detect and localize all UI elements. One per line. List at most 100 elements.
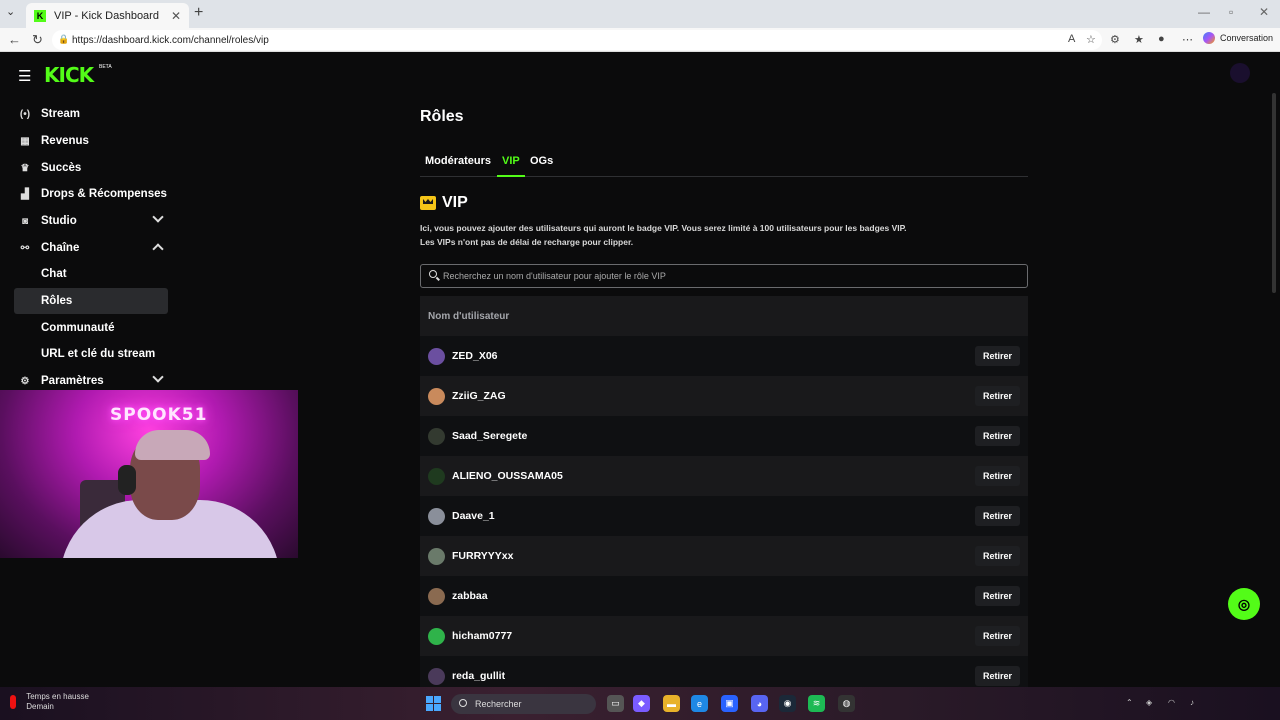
sidebar-subitem-communaute[interactable]: Communauté xyxy=(14,315,168,341)
sidebar-item-label: Revenus xyxy=(41,135,89,147)
user-avatar[interactable] xyxy=(1230,63,1250,83)
browser-tabbar: ⌄ K VIP - Kick Dashboard ✕ + — ▫ ✕ xyxy=(0,0,1280,28)
section-heading: VIP xyxy=(420,194,468,212)
task-view-icon[interactable]: ▭ xyxy=(607,695,624,712)
sidebar-subitem-stream-url[interactable]: URL et clé du stream xyxy=(14,341,168,367)
tab-actions-icon[interactable]: ⌄ xyxy=(6,5,15,18)
username: Saad_Seregete xyxy=(452,430,528,442)
remove-vip-button[interactable]: Retirer xyxy=(974,666,1020,686)
sidebar-subitem-chat[interactable]: Chat xyxy=(14,261,168,287)
tray-chevron-icon[interactable]: ⌃ xyxy=(1126,698,1133,707)
user-avatar xyxy=(428,587,445,605)
table-row: zabbaa Retirer xyxy=(420,576,1028,616)
profile-icon[interactable]: ● xyxy=(1158,33,1165,45)
sidebar-subitem-roles[interactable]: Rôles xyxy=(14,288,168,314)
volume-icon[interactable]: ♪ xyxy=(1190,698,1194,707)
minimize-icon[interactable]: — xyxy=(1198,5,1210,19)
page-title: Rôles xyxy=(420,108,464,125)
extensions-icon[interactable]: ⚙ xyxy=(1110,33,1120,46)
collections-icon[interactable]: ★ xyxy=(1134,33,1144,46)
weather-widget[interactable]: Temps en hausse Demain xyxy=(10,692,89,712)
remove-vip-button[interactable]: Retirer xyxy=(974,626,1020,646)
copilot-label: Conversation xyxy=(1220,33,1274,43)
close-window-icon[interactable]: ✕ xyxy=(1259,5,1269,19)
table-row: reda_gullit Retirer xyxy=(420,656,1028,687)
sidebar-item-label: Communauté xyxy=(41,322,115,334)
thermometer-icon xyxy=(10,695,16,709)
sidebar-item-label: Paramètres xyxy=(41,375,104,387)
search-icon xyxy=(429,270,437,278)
table-row: Daave_1 Retirer xyxy=(420,496,1028,536)
username: zabbaa xyxy=(452,590,488,602)
read-aloud-icon[interactable]: A xyxy=(1068,33,1075,45)
channel-icon: ⚯ xyxy=(20,242,30,254)
refresh-icon[interactable]: ↻ xyxy=(32,32,43,48)
table-row: ALIENO_OUSSAMA05 Retirer xyxy=(420,456,1028,496)
back-icon[interactable]: ← xyxy=(8,32,21,47)
user-search-input[interactable]: Recherchez un nom d'utilisateur pour ajo… xyxy=(420,264,1028,288)
discord-icon[interactable]: ◕ xyxy=(751,695,768,712)
person-cap xyxy=(135,430,210,460)
remove-vip-button[interactable]: Retirer xyxy=(974,466,1020,486)
steam-icon[interactable]: ◉ xyxy=(779,695,796,712)
copilot-app-icon[interactable]: ◆ xyxy=(633,695,650,712)
sidebar-item-succes[interactable]: ♛ Succès xyxy=(14,155,168,181)
more-options-icon[interactable]: ⋯ xyxy=(1182,33,1193,46)
sidebar-item-label: Chat xyxy=(41,268,67,280)
start-icon[interactable] xyxy=(426,696,441,711)
favorite-star-icon[interactable]: ☆ xyxy=(1086,33,1096,46)
neon-sign: SPOOK51 xyxy=(110,405,208,425)
store-icon[interactable]: ▣ xyxy=(721,695,738,712)
username: Daave_1 xyxy=(452,510,495,522)
username: ZED_X06 xyxy=(452,350,498,362)
sidebar-item-label: Drops & Récompenses xyxy=(41,188,167,200)
remove-vip-button[interactable]: Retirer xyxy=(974,506,1020,526)
scrollbar[interactable] xyxy=(1272,93,1276,293)
new-tab-icon[interactable]: + xyxy=(194,4,203,22)
tab-ogs[interactable]: OGs xyxy=(530,155,553,167)
sidebar-item-drops[interactable]: ▟ Drops & Récompenses xyxy=(14,181,168,207)
active-tab-indicator xyxy=(497,175,525,177)
settings-gear-icon: ⚙ xyxy=(20,375,30,387)
browser-tab[interactable]: K VIP - Kick Dashboard ✕ xyxy=(26,3,189,28)
sidebar-item-revenus[interactable]: ▦ Revenus xyxy=(14,128,168,154)
section-title: VIP xyxy=(442,194,468,211)
sidebar-item-chaine[interactable]: ⚯ Chaîne xyxy=(14,235,168,261)
copilot-button[interactable]: Conversation xyxy=(1203,32,1273,44)
sidebar-item-label: Chaîne xyxy=(41,242,80,254)
table-row: ZziiG_ZAG Retirer xyxy=(420,376,1028,416)
file-explorer-icon[interactable]: ▬ xyxy=(663,695,680,712)
chevron-down-icon xyxy=(152,371,164,383)
tab-vip[interactable]: VIP xyxy=(502,155,520,167)
close-tab-icon[interactable]: ✕ xyxy=(171,9,181,23)
kick-logo[interactable]: KICK xyxy=(44,63,94,87)
remove-vip-button[interactable]: Retirer xyxy=(974,586,1020,606)
remove-vip-button[interactable]: Retirer xyxy=(974,386,1020,406)
support-chat-button[interactable]: ◎ xyxy=(1228,588,1260,620)
edge-icon[interactable]: e xyxy=(691,695,708,712)
taskbar-search[interactable]: Rechercher xyxy=(451,694,596,714)
user-avatar xyxy=(428,507,445,525)
network-icon[interactable]: ◈ xyxy=(1146,698,1152,707)
sidebar-item-studio[interactable]: ◙ Studio xyxy=(14,208,168,234)
tab-moderateurs[interactable]: Modérateurs xyxy=(425,155,491,167)
section-description: Ici, vous pouvez ajouter des utilisateur… xyxy=(420,221,1028,249)
vip-table: Nom d'utilisateur ZED_X06 Retirer ZziiG_ZA… xyxy=(420,296,1028,687)
sidebar-item-stream[interactable]: (•) Stream xyxy=(14,101,168,127)
obs-icon[interactable]: ◍ xyxy=(838,695,855,712)
spotify-icon[interactable]: ≋ xyxy=(808,695,825,712)
webcam-overlay: SPOOK51 xyxy=(0,390,298,558)
remove-vip-button[interactable]: Retirer xyxy=(974,346,1020,366)
menu-icon[interactable]: ☰ xyxy=(18,67,31,85)
tab-title: VIP - Kick Dashboard xyxy=(54,9,159,22)
weather-text: Temps en hausse xyxy=(26,692,89,701)
wifi-icon[interactable]: ◠ xyxy=(1168,698,1175,707)
remove-vip-button[interactable]: Retirer xyxy=(974,426,1020,446)
address-bar[interactable]: 🔒 https://dashboard.kick.com/channel/rol… xyxy=(52,30,1102,50)
username: reda_gullit xyxy=(452,670,506,682)
restore-icon[interactable]: ▫ xyxy=(1229,5,1233,19)
remove-vip-button[interactable]: Retirer xyxy=(974,546,1020,566)
kick-dashboard: ☰ KICK BETA (•) Stream ▦ Revenus ♛ Succè… xyxy=(4,53,1276,687)
chevron-down-icon xyxy=(152,211,164,223)
description-line: Les VIPs n'ont pas de délai de recharge … xyxy=(420,237,634,247)
